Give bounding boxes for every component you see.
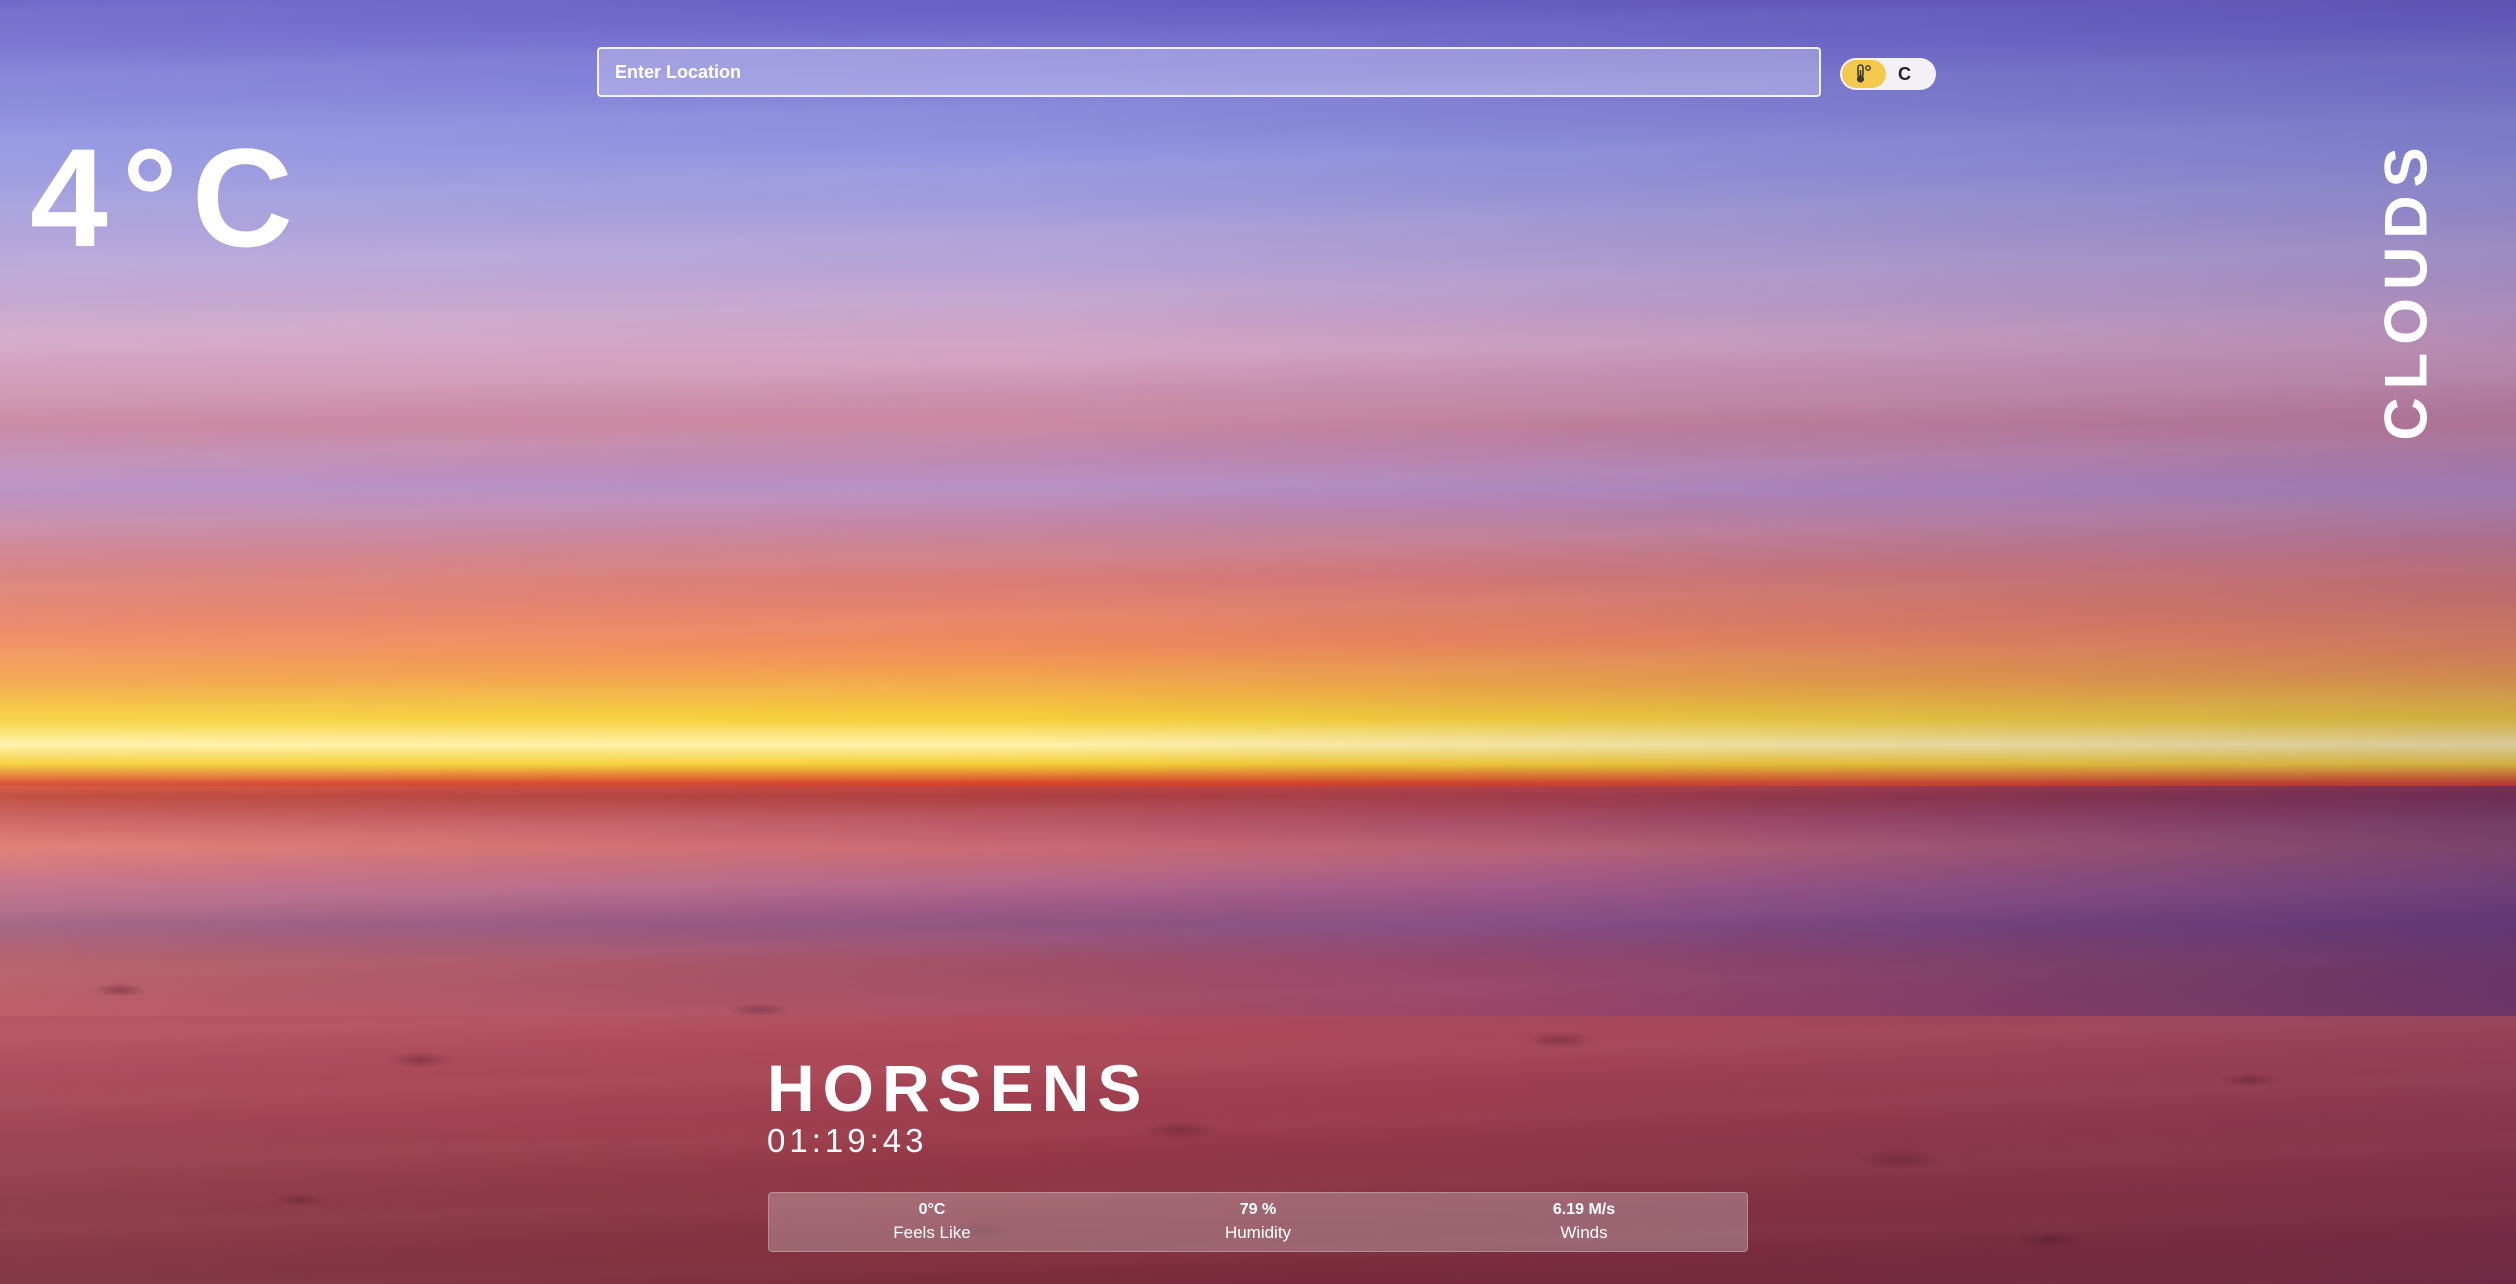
stat-label: Winds <box>1560 1223 1608 1242</box>
current-temperature: 4°C <box>30 119 307 276</box>
stat-label: Humidity <box>1224 1223 1292 1242</box>
location-search-input[interactable] <box>599 49 1819 95</box>
local-time: 01:19:43 <box>767 1122 928 1159</box>
weather-condition: CLOUDS <box>2350 130 2462 450</box>
unit-toggle-label: C <box>1898 63 1911 84</box>
stat-value: 0°C <box>918 1201 946 1218</box>
stat-feels-like: 0°C Feels Like <box>769 1193 1095 1251</box>
thermometer-icon <box>1856 64 1871 83</box>
unit-toggle[interactable]: C <box>1840 58 1936 90</box>
stat-value: 79 % <box>1239 1201 1277 1218</box>
stat-humidity: 79 % Humidity <box>1095 1193 1421 1251</box>
weather-app: C 4°C CLOUDS HORSENS 01:19:43 0°C Feels … <box>0 0 2516 1284</box>
weather-condition-text: CLOUDS <box>2372 139 2440 441</box>
search-bar <box>597 47 1821 97</box>
stat-label: Feels Like <box>893 1223 971 1242</box>
stat-winds: 6.19 M/s Winds <box>1421 1193 1747 1251</box>
weather-stats-panel: 0°C Feels Like 79 % Humidity 6.19 M/s Wi… <box>768 1192 1748 1252</box>
unit-toggle-knob[interactable] <box>1842 60 1886 88</box>
city-name: HORSENS <box>767 1051 1150 1125</box>
stat-value: 6.19 M/s <box>1552 1201 1616 1218</box>
